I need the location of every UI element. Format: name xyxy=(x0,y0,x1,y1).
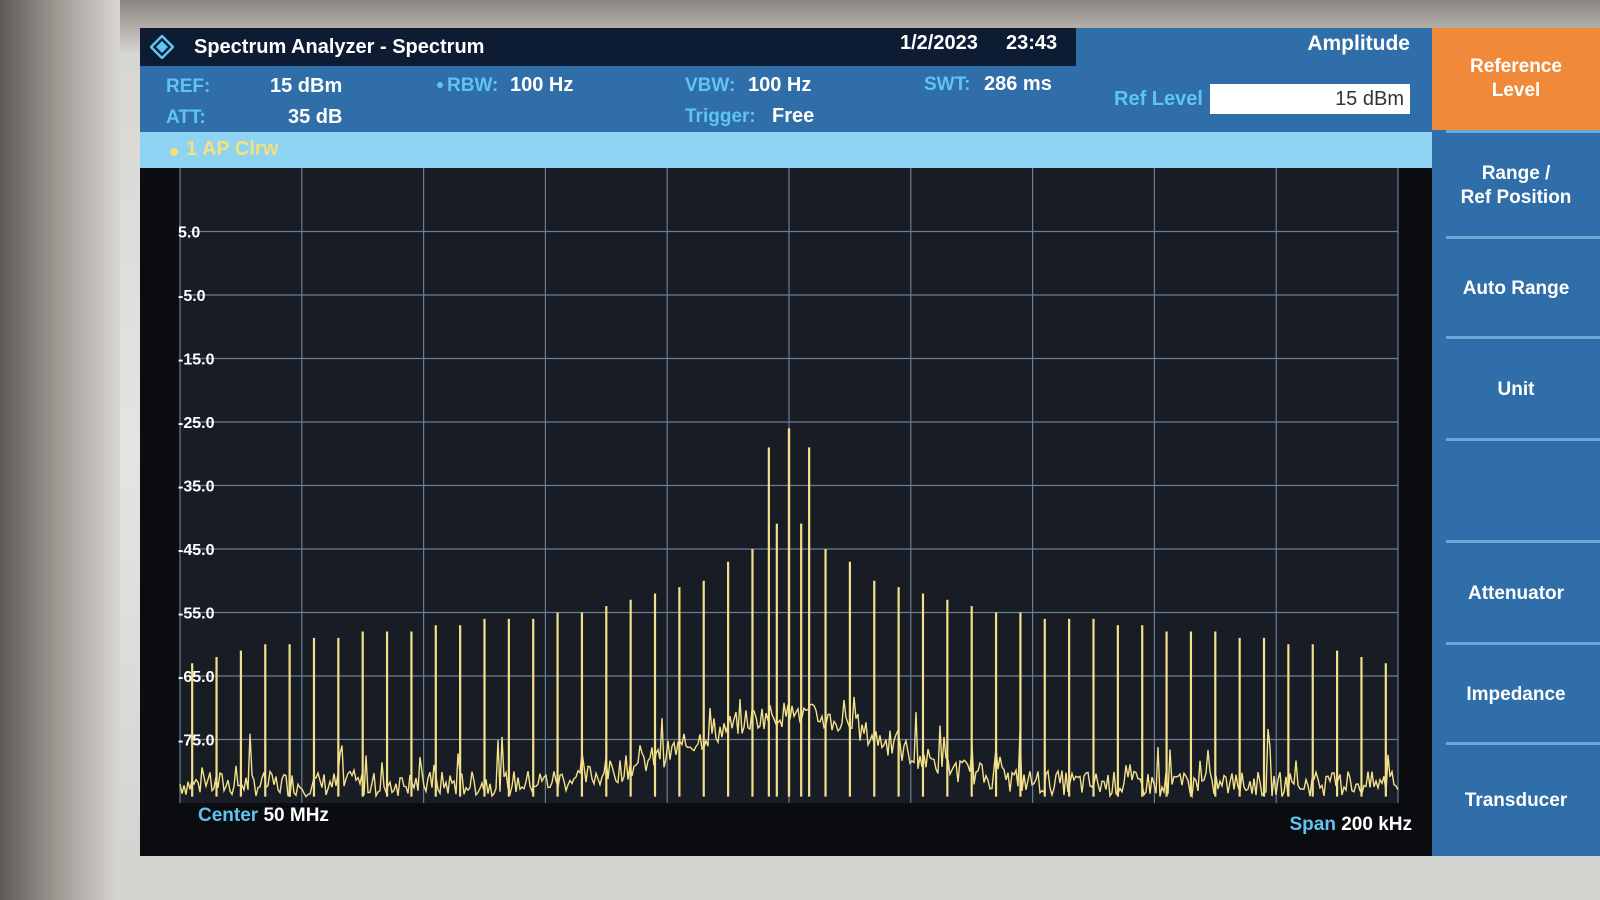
softkey-separator xyxy=(1446,540,1600,543)
trigger-label: Trigger: xyxy=(685,106,756,127)
swt-value: 286 ms xyxy=(984,73,1052,95)
softkey-label-line1: Transducer xyxy=(1464,790,1568,811)
softkey-label-line1: Unit xyxy=(1497,379,1535,400)
rbw-value: 100 Hz xyxy=(510,74,574,96)
y-tick-label: -45.0 xyxy=(178,542,215,559)
softkey-separator xyxy=(1446,742,1600,745)
y-tick-label: -5.0 xyxy=(178,288,206,305)
spectrum-chart: 5.0 -5.0 -15.0 -25.0 -35.0 -45.0 -55.0 -65.0 -75… xyxy=(178,168,1399,803)
y-tick-label: -25.0 xyxy=(178,415,215,432)
softkey-separator xyxy=(1446,642,1600,645)
amplitude-panel: Amplitude Ref Level xyxy=(1076,28,1432,132)
softkey-label-line1: Reference xyxy=(1470,56,1562,77)
softkey-reference-level-button[interactable]: Reference Level xyxy=(1432,28,1600,130)
y-tick-label: -35.0 xyxy=(178,479,215,496)
softkey-separator xyxy=(1446,438,1600,441)
softkey-label-line1: Range / xyxy=(1481,163,1551,184)
center-caption: Center xyxy=(198,805,259,826)
softkey-auto-range-button[interactable]: Auto Range xyxy=(1432,240,1600,338)
swt-label: SWT: xyxy=(924,74,971,95)
att-value: 35 dB xyxy=(288,106,343,128)
softkey-panel: Reference Level Range / Ref Position Auto Ra… xyxy=(1432,28,1600,856)
spectrum-plot[interactable]: 5.0 -5.0 -15.0 -25.0 -35.0 -45.0 -55.0 -65.0 -75… xyxy=(140,168,1432,856)
y-tick-label: -15.0 xyxy=(178,352,215,369)
softkey-label-line2: Level xyxy=(1491,80,1541,101)
trace-label: 1 AP Clrw xyxy=(186,138,279,160)
span-label: Span 200 kHz xyxy=(1289,814,1412,836)
parameter-bar: REF: 15 dBm ATT: 35 dB RBW: 100 Hz VBW: … xyxy=(140,66,1076,132)
softkey-impedance-button[interactable]: Impedance xyxy=(1432,646,1600,744)
ref-level-input[interactable] xyxy=(1210,84,1410,114)
trace-label-band: 1 AP Clrw xyxy=(140,132,1432,168)
att-label: ATT: xyxy=(166,107,206,128)
softkey-separator xyxy=(1446,336,1600,339)
softkey-separator xyxy=(1446,130,1600,133)
rbw-coupling-dot xyxy=(437,82,443,88)
trace-indicator-dot xyxy=(170,148,178,156)
softkey-separator xyxy=(1446,236,1600,239)
softkey-transducer-button[interactable]: Transducer xyxy=(1432,746,1600,856)
time-display: 23:43 xyxy=(1006,32,1058,54)
y-tick-label: -65.0 xyxy=(178,669,215,686)
softkey-blank-button[interactable] xyxy=(1432,442,1600,542)
softkey-attenuator-button[interactable]: Attenuator xyxy=(1432,544,1600,644)
rohde-logo-icon xyxy=(150,35,174,59)
vbw-value: 100 Hz xyxy=(748,74,812,96)
bezel-shadow xyxy=(0,0,120,900)
span-caption: Span xyxy=(1289,814,1336,835)
ref-value: 15 dBm xyxy=(270,75,343,97)
softkey-range-ref-position-button[interactable]: Range / Ref Position xyxy=(1432,134,1600,238)
y-tick-label: -75.0 xyxy=(178,733,215,750)
y-tick-label: 5.0 xyxy=(178,225,200,242)
center-frequency-label: Center 50 MHz xyxy=(198,805,329,827)
rbw-label: RBW: xyxy=(447,75,499,96)
ref-label: REF: xyxy=(166,76,211,97)
softkey-label-line1: Attenuator xyxy=(1467,583,1565,604)
softkey-unit-button[interactable]: Unit xyxy=(1432,340,1600,440)
amplitude-title: Amplitude xyxy=(1307,32,1410,55)
title-bar: Spectrum Analyzer - Spectrum 1/2/2023 23… xyxy=(140,28,1076,66)
app-title: Spectrum Analyzer - Spectrum xyxy=(194,36,485,58)
ref-level-label: Ref Level xyxy=(1114,88,1203,110)
span-value: 200 kHz xyxy=(1341,814,1412,835)
trigger-value: Free xyxy=(772,105,815,127)
analyzer-screen: Spectrum Analyzer - Spectrum 1/2/2023 23… xyxy=(140,28,1600,856)
softkey-label-line2: Ref Position xyxy=(1460,187,1572,208)
y-tick-label: -55.0 xyxy=(178,606,215,623)
softkey-label-line1: Impedance xyxy=(1466,684,1566,705)
center-value: 50 MHz xyxy=(263,805,329,826)
vbw-label: VBW: xyxy=(685,75,736,96)
softkey-label-line1: Auto Range xyxy=(1462,278,1570,299)
date-display: 1/2/2023 xyxy=(900,32,978,54)
